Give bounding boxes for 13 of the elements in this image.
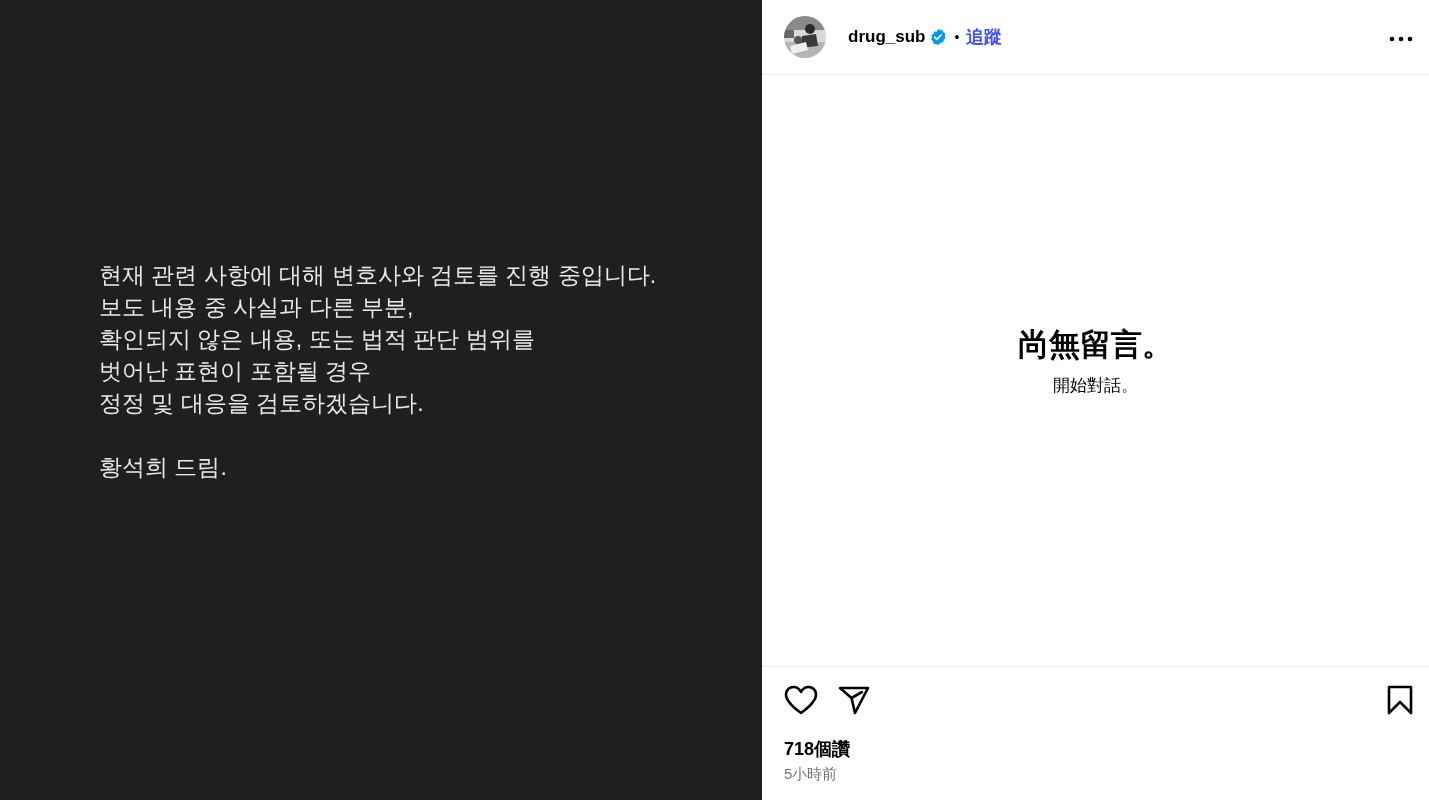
- share-paper-plane-icon[interactable]: [838, 685, 870, 715]
- username-link[interactable]: drug_sub: [848, 27, 926, 47]
- separator-dot: •: [954, 29, 960, 45]
- empty-comments-subtitle: 開始對話。: [1053, 375, 1138, 397]
- statement-text: 현재 관련 사항에 대해 변호사와 검토를 진행 중입니다. 보도 내용 중 사실과 다른 부분, 확인되지 않은 내용, 또는 법적 판단 범위를 벗어난 표현이 포함될 경우 정정 및 대응을 검토하겠습니다.: [99, 261, 657, 418]
- more-options-icon[interactable]: [1389, 36, 1413, 42]
- post-time[interactable]: 5小時前: [784, 765, 838, 784]
- signature-text: 황석희 드림.: [99, 453, 227, 482]
- empty-comments-title: 尚無留言。: [1018, 326, 1173, 364]
- like-heart-icon[interactable]: [784, 685, 818, 715]
- follow-button[interactable]: 追蹤: [966, 25, 1003, 49]
- bookmark-icon[interactable]: [1387, 685, 1413, 715]
- likes-count[interactable]: 718個讚: [784, 737, 851, 761]
